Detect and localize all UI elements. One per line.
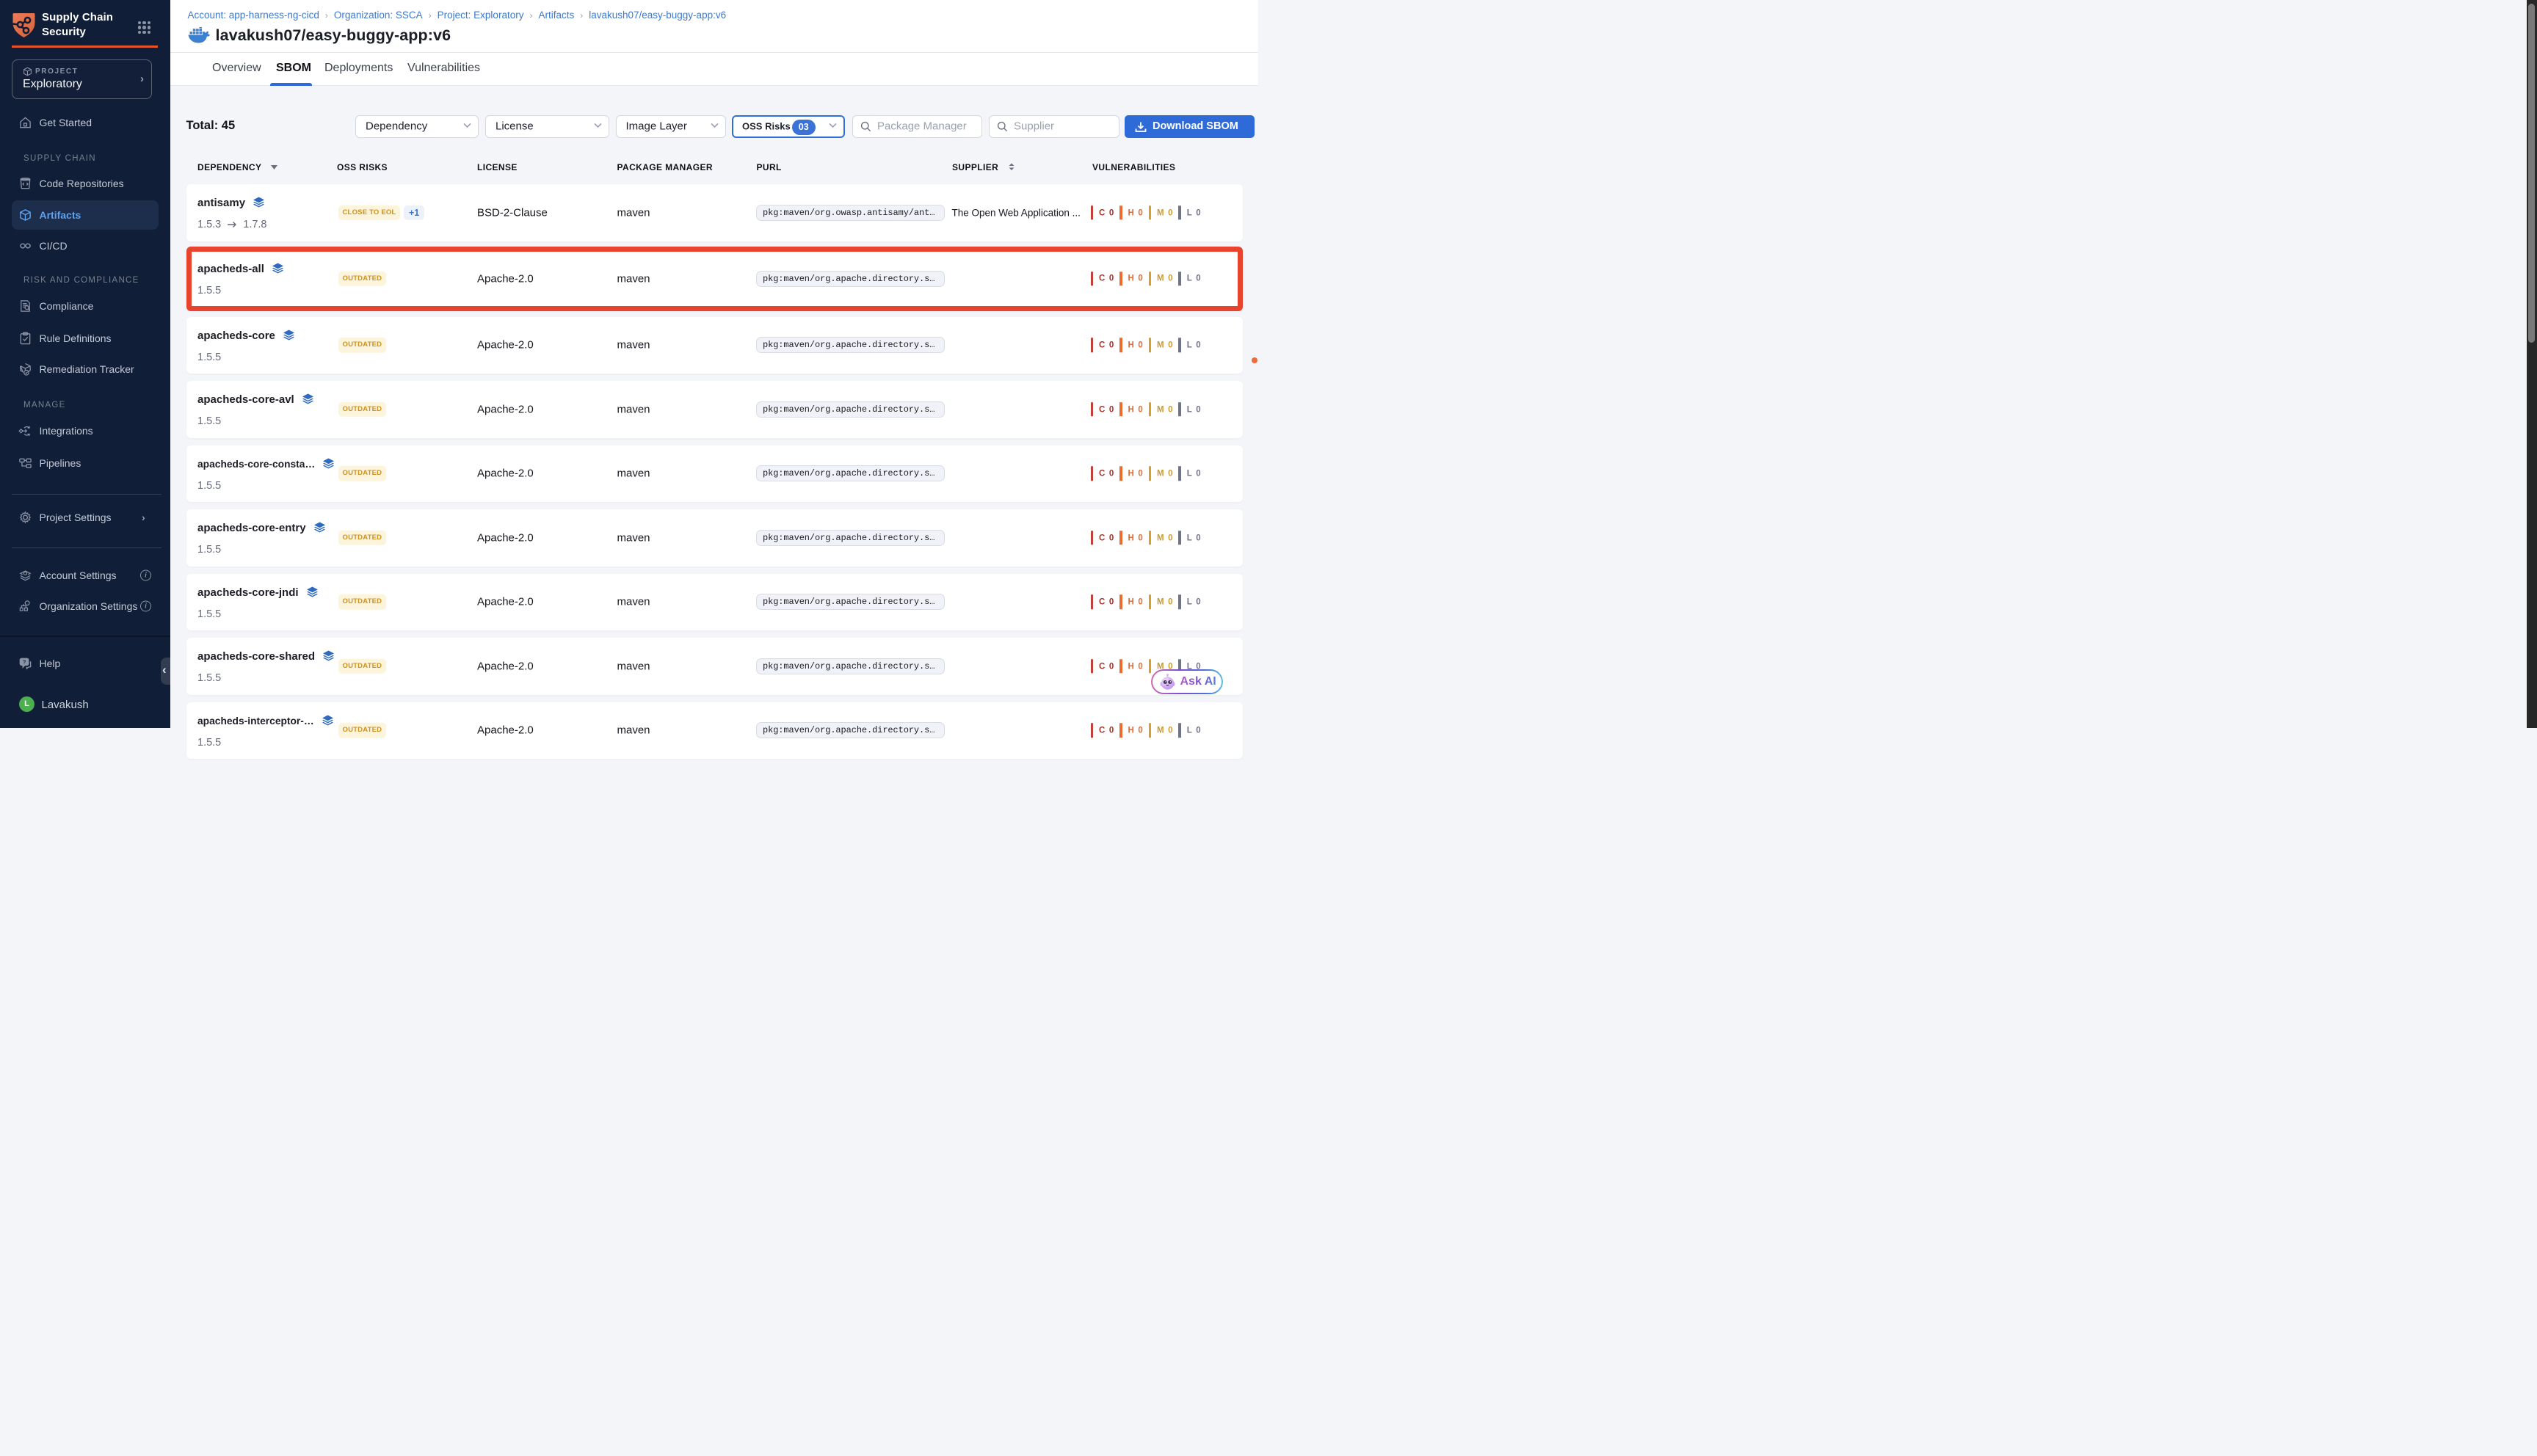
svg-text:?: ? (23, 659, 26, 665)
